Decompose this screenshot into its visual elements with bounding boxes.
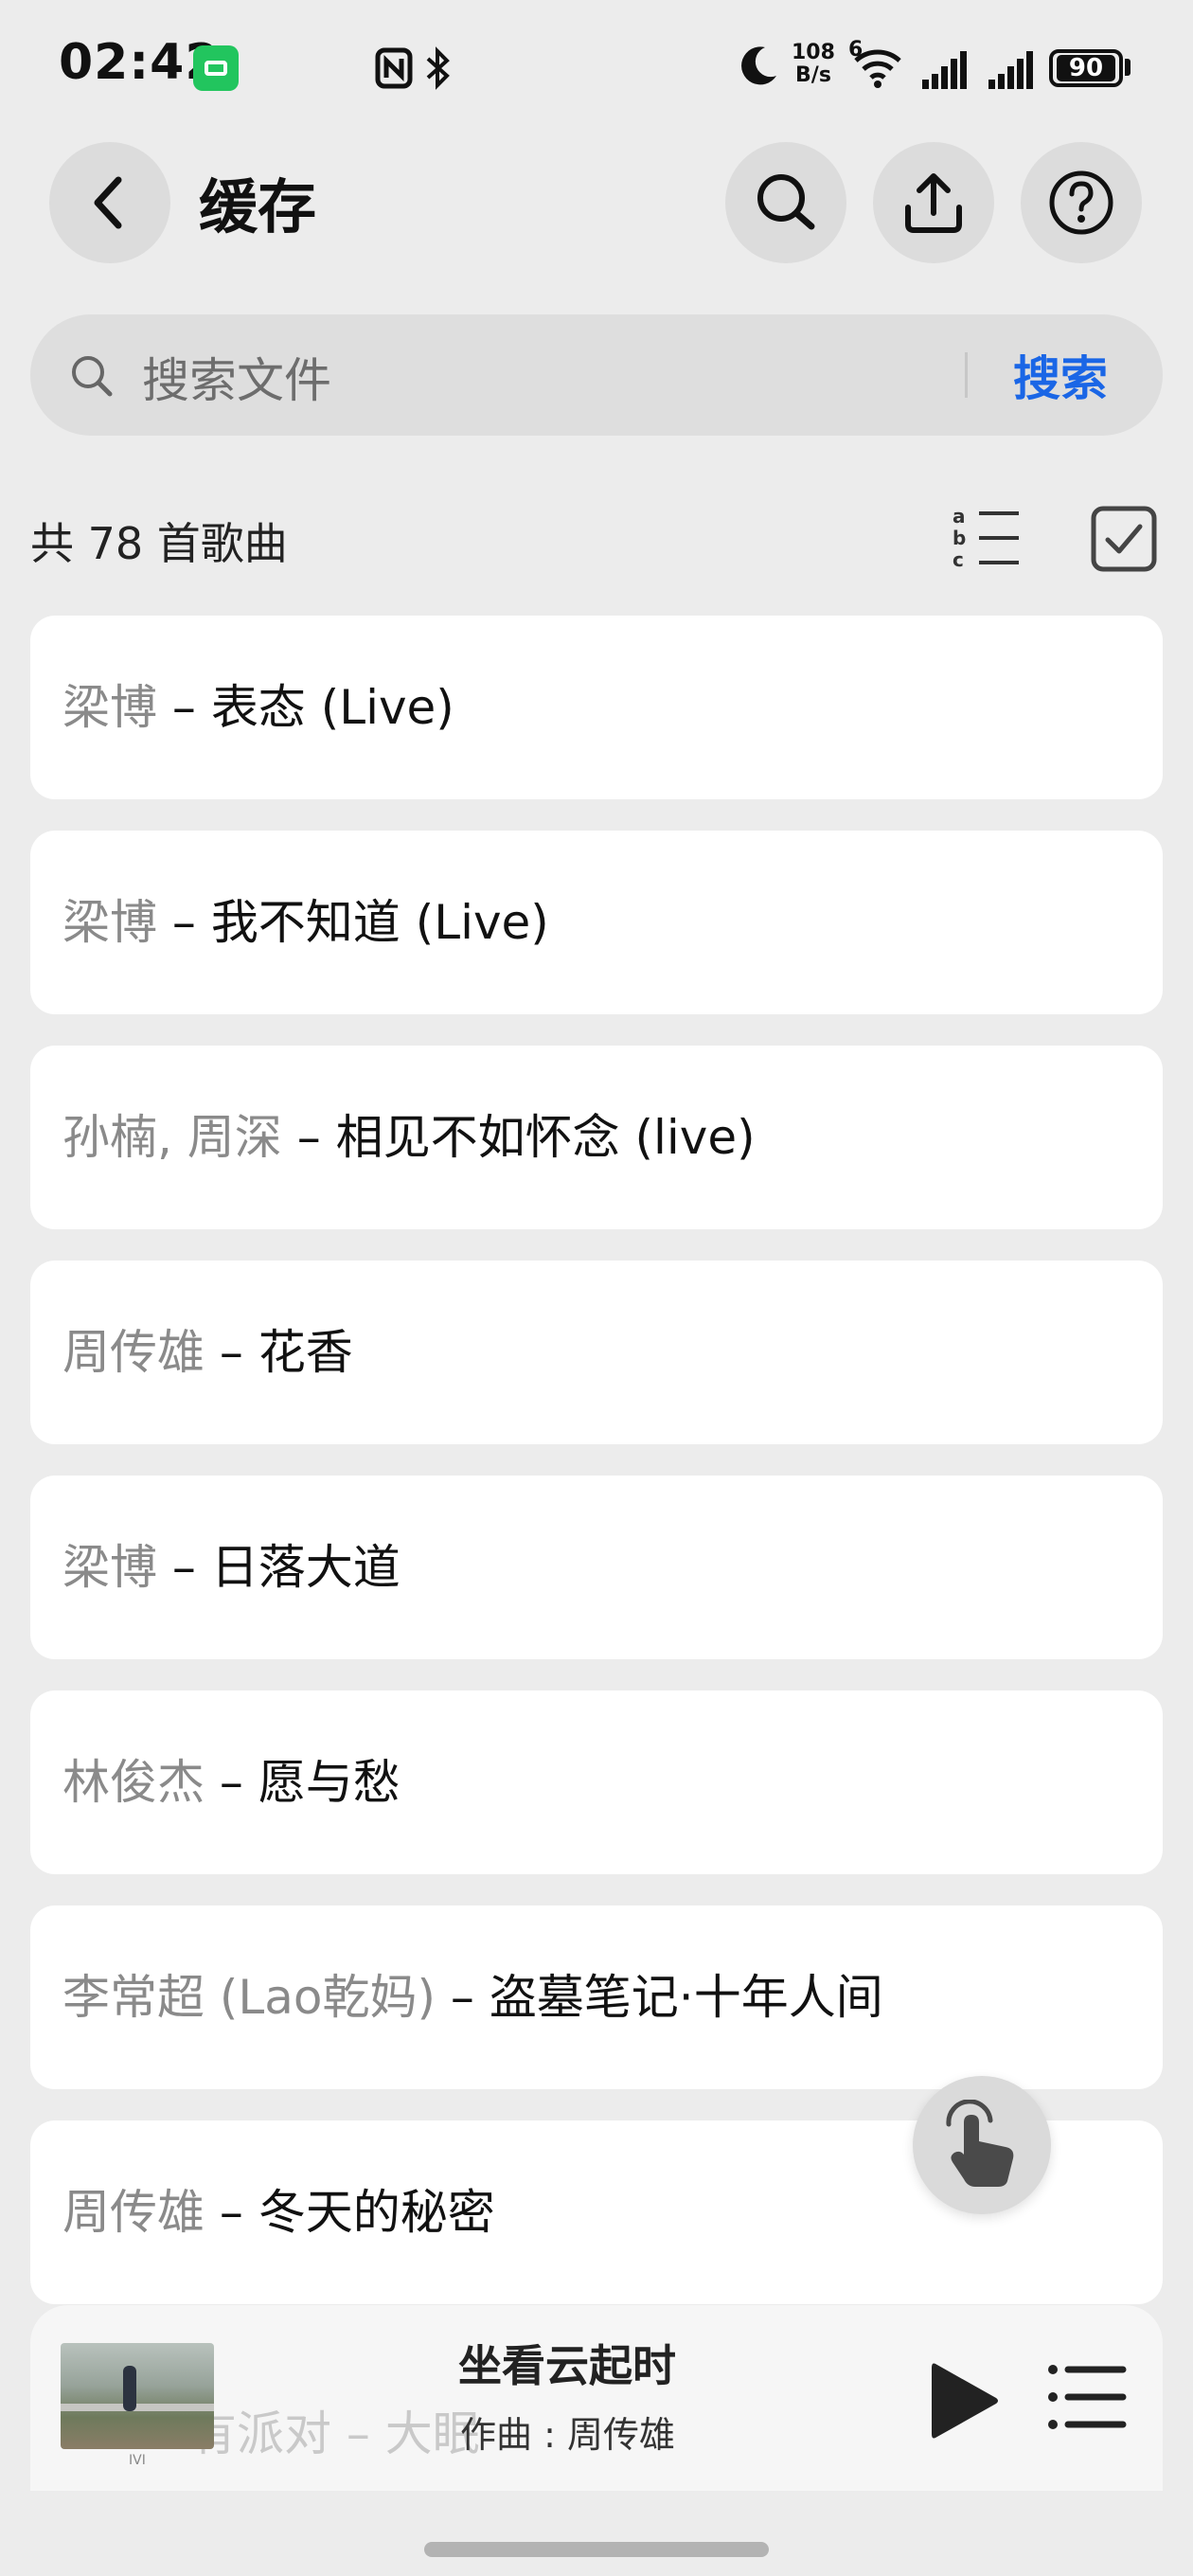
search-button[interactable] [725, 142, 846, 263]
signal-icon [922, 51, 967, 89]
help-icon [1049, 170, 1113, 235]
battery-level: 90 [1057, 55, 1115, 81]
cover-rail [61, 2404, 214, 2411]
svg-text:c: c [953, 548, 964, 570]
song-artist: 李常超 (Lao乾妈) [62, 1970, 436, 2025]
song-item[interactable]: 梁博 – 日落大道 [30, 1476, 1163, 1659]
select-checkbox-icon[interactable] [1091, 506, 1157, 572]
bluetooth-icon [426, 46, 450, 90]
song-item[interactable]: 李常超 (Lao乾妈) – 盗墓笔记·十年人间 [30, 1905, 1163, 2089]
moon-icon [741, 46, 776, 85]
song-title: 相见不如怀念 (live) [335, 1110, 756, 1165]
sort-alpha-icon[interactable]: a b c [951, 504, 1021, 570]
now-playing-subtitle: 作曲 : 周传雄 [460, 2414, 675, 2456]
song-title: 表态 (Live) [210, 680, 454, 735]
song-artist: 林俊杰 [62, 1755, 205, 1810]
page-title: 缓存 [199, 172, 317, 242]
search-input[interactable]: 搜索文件 [142, 343, 331, 411]
hand-touch-icon [946, 2100, 1014, 2187]
net-speed-value: 108 [792, 41, 835, 64]
song-artist: 梁博 [62, 895, 157, 950]
song-item[interactable]: 梁博 – 我不知道 (Live) [30, 831, 1163, 1014]
nfc-icon [375, 47, 413, 89]
song-title: 冬天的秘密 [258, 2185, 495, 2240]
net-speed: 108 B/s [792, 42, 835, 87]
playlist-icon[interactable] [1047, 2362, 1127, 2432]
upload-button[interactable] [873, 142, 994, 263]
song-title: 日落大道 [210, 1540, 401, 1595]
search-icon [757, 174, 815, 230]
wechat-icon [193, 45, 239, 91]
song-artist: 周传雄 [62, 1325, 205, 1380]
wifi-icon [854, 49, 901, 88]
song-title: 盗墓笔记·十年人间 [489, 1970, 883, 2025]
help-button[interactable] [1021, 142, 1142, 263]
song-item[interactable]: 孙楠, 周深 – 相见不如怀念 (live) [30, 1046, 1163, 1229]
net-speed-unit: B/s [795, 63, 831, 87]
song-artist: 孙楠, 周深 [62, 1110, 282, 1165]
song-artist: 周传雄 [62, 2185, 205, 2240]
floating-touch-button[interactable] [913, 2076, 1051, 2214]
song-title: 愿与愁 [258, 1755, 401, 1810]
status-bar: 02:42 108 B/s 6 90 [0, 0, 1193, 133]
play-icon[interactable] [924, 2358, 1002, 2443]
cover-badge: IVI [129, 2453, 146, 2468]
cover-figure [123, 2366, 136, 2411]
search-submit-button[interactable]: 搜索 [1013, 341, 1108, 409]
song-artist: 梁博 [62, 680, 157, 735]
svg-text:a: a [953, 505, 966, 528]
song-title: 我不知道 (Live) [210, 895, 549, 950]
search-divider [965, 352, 968, 398]
battery-tip [1125, 59, 1131, 76]
upload-icon [905, 173, 962, 233]
song-artist: 梁博 [62, 1540, 157, 1595]
partial-row-text: 有派对 – 大眠 [189, 2406, 480, 2461]
album-cover[interactable] [61, 2343, 214, 2449]
song-title: 花香 [258, 1325, 353, 1380]
svg-text:b: b [953, 527, 966, 549]
back-icon [94, 176, 122, 229]
song-item[interactable]: 林俊杰 – 愿与愁 [30, 1690, 1163, 1874]
back-button[interactable] [49, 142, 170, 263]
song-item[interactable]: 周传雄 – 花香 [30, 1261, 1163, 1444]
song-item[interactable]: 梁博 – 表态 (Live) [30, 616, 1163, 799]
song-count: 共 78 首歌曲 [30, 518, 288, 569]
search-icon [72, 356, 113, 397]
signal-icon [988, 51, 1033, 89]
home-indicator [424, 2542, 769, 2557]
now-playing-title: 坐看云起时 [458, 2340, 676, 2391]
